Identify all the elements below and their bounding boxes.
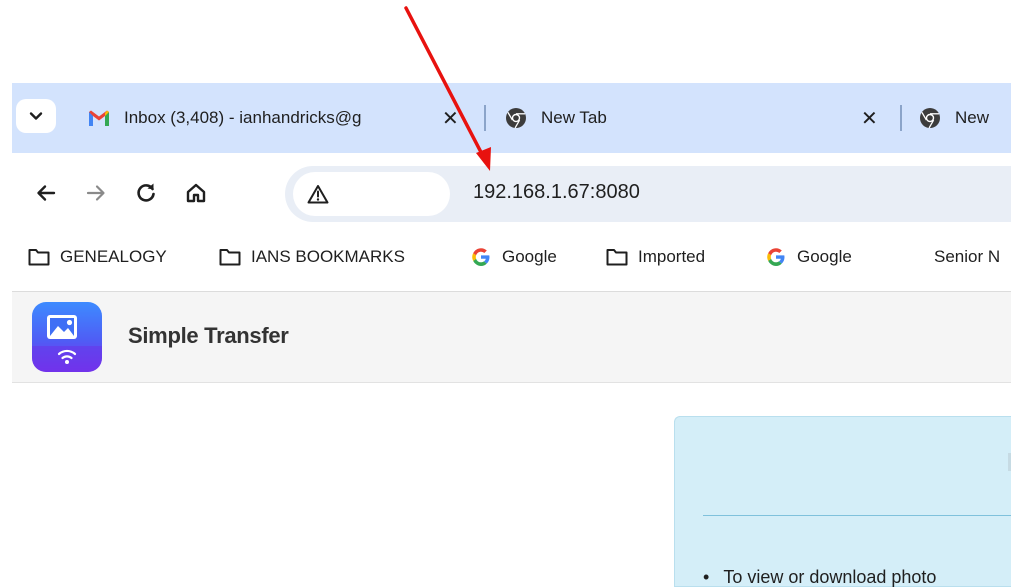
tab-separator [900, 105, 902, 131]
back-arrow-icon [37, 185, 56, 201]
google-icon [765, 246, 787, 268]
bookmark-label: Google [797, 247, 852, 266]
tab-title: New [955, 108, 990, 127]
warning-triangle-icon [307, 183, 329, 205]
close-icon[interactable]: ✕ [442, 106, 459, 131]
close-icon[interactable]: ✕ [861, 106, 878, 131]
bullet: • [703, 567, 710, 587]
simple-transfer-app-icon [32, 302, 102, 372]
forward-arrow-icon [86, 185, 105, 201]
reload-icon [137, 183, 155, 202]
app-header: Simple Transfer [12, 292, 1011, 383]
folder-icon [606, 246, 628, 268]
chrome-icon [919, 107, 941, 129]
tab-new-tab[interactable]: New Tab ✕ [505, 91, 895, 145]
tab-title: Inbox (3,408) - ianhandricks@g [124, 108, 362, 127]
bookmark-ians-bookmarks[interactable]: IANS BOOKMARKS [219, 233, 405, 281]
folder-icon [219, 246, 241, 268]
bookmark-google-2[interactable]: Google [765, 233, 852, 281]
google-icon [470, 246, 492, 268]
tab-separator [484, 105, 486, 131]
gmail-icon [88, 107, 110, 129]
home-icon [186, 183, 206, 203]
bookmark-genealogy[interactable]: GENEALOGY [28, 233, 167, 281]
bookmark-label: Senior N [934, 247, 1001, 266]
tab-new-tab-2[interactable]: New [919, 91, 1011, 145]
back-button[interactable] [28, 175, 64, 211]
web-page: Simple Transfer • To view or download pho… [12, 292, 1011, 587]
panel-divider [703, 515, 1011, 516]
chevron-down-icon [29, 112, 43, 120]
site-info-chip[interactable] [293, 172, 450, 216]
reload-button[interactable] [128, 175, 164, 211]
bookmark-google[interactable]: Google [470, 233, 557, 281]
bookmark-label: Imported [638, 247, 706, 266]
bookmark-label: Google [502, 247, 557, 266]
browser-toolbar: 192.168.1.67:8080 [12, 153, 1011, 233]
tab-search-button[interactable] [16, 99, 56, 133]
home-button[interactable] [178, 175, 214, 211]
address-bar[interactable]: 192.168.1.67:8080 [285, 166, 1011, 222]
bookmark-label: GENEALOGY [60, 247, 167, 266]
bookmark-label: IANS BOOKMARKS [251, 247, 405, 266]
bookmark-imported[interactable]: Imported [606, 233, 705, 281]
chrome-icon [505, 107, 527, 129]
forward-button[interactable] [78, 175, 114, 211]
tab-title: New Tab [541, 108, 607, 127]
instruction-text: To view or download photo [723, 567, 937, 587]
tab-strip: Inbox (3,408) - ianhandricks@g ✕ New Tab… [12, 83, 1011, 153]
bookmarks-bar: GENEALOGY IANS BOOKMARKS Google Imported [12, 233, 1011, 292]
instruction-list-item: • To view or download photo [703, 567, 936, 588]
tab-gmail-inbox[interactable]: Inbox (3,408) - ianhandricks@g ✕ [88, 91, 468, 145]
folder-icon [28, 246, 50, 268]
url-text[interactable]: 192.168.1.67:8080 [473, 181, 640, 204]
instructions-panel: • To view or download photo [674, 416, 1011, 587]
app-title: Simple Transfer [128, 323, 289, 348]
bookmark-senior[interactable]: Senior N [934, 233, 1011, 281]
